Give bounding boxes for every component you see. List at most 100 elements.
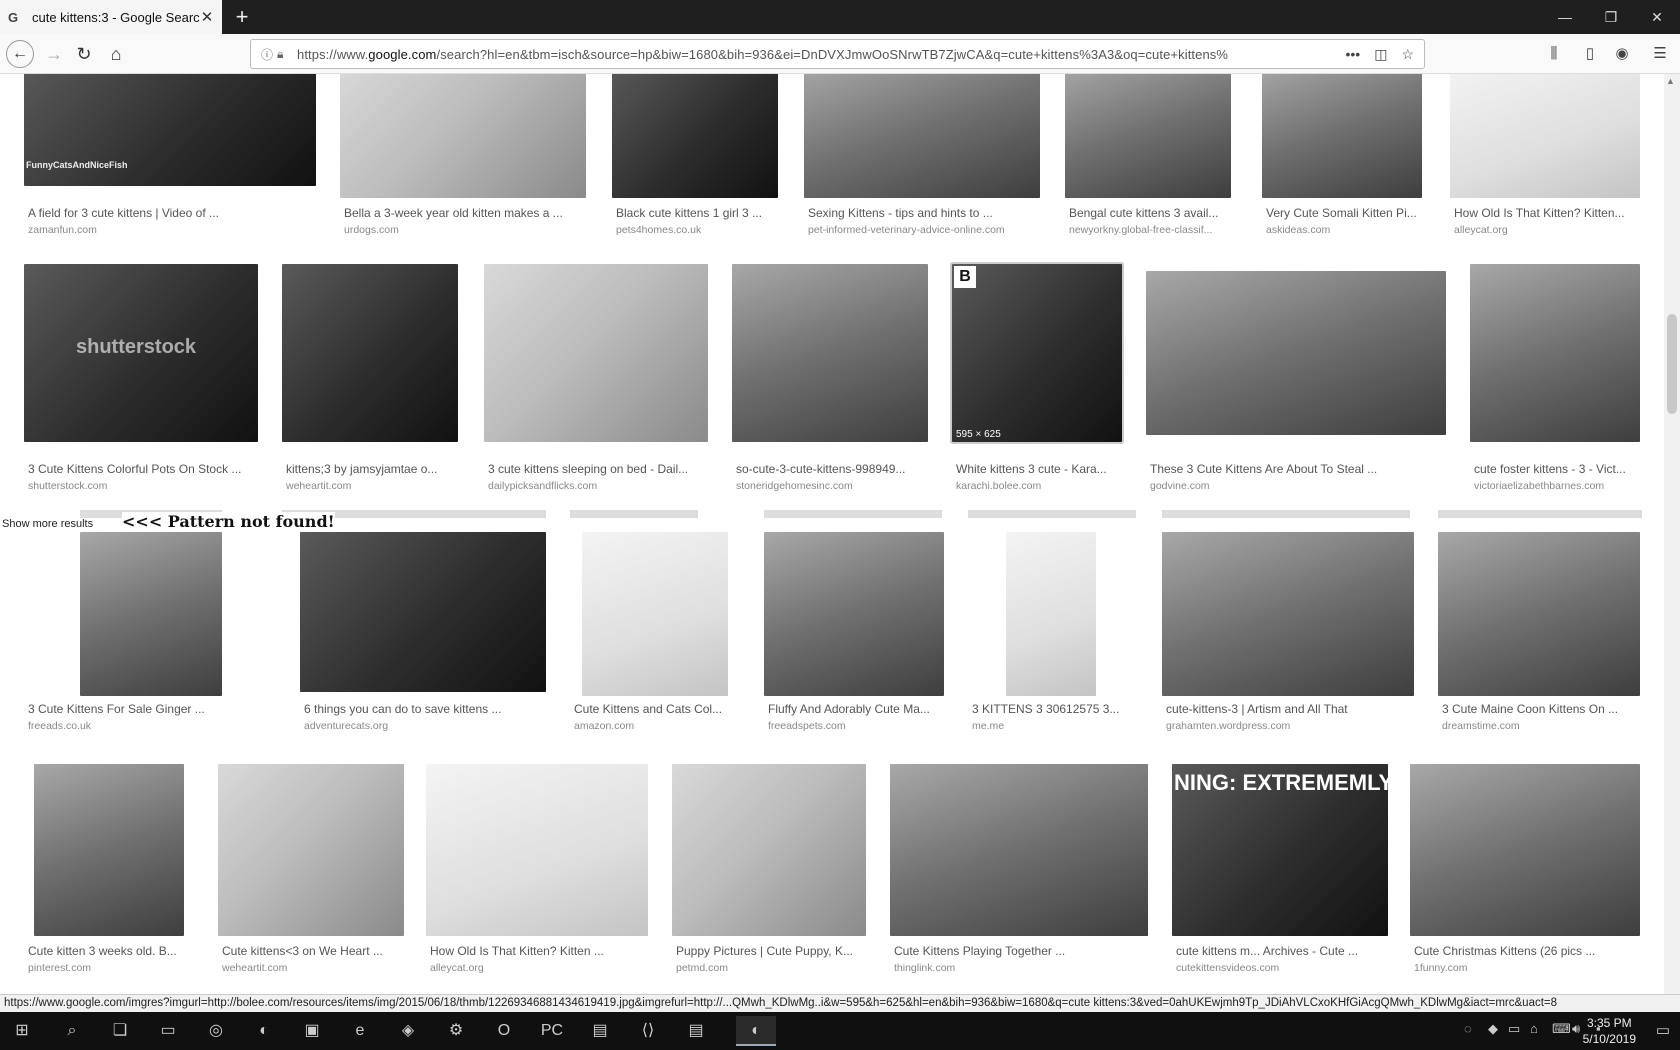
result-caption[interactable]: Cute Kittens Playing Together ... <box>894 944 1148 958</box>
image-result[interactable]: Sexing Kittens - tips and hints to ... p… <box>804 74 1040 242</box>
result-caption[interactable]: 3 Cute Maine Coon Kittens On ... <box>1442 702 1640 716</box>
result-source[interactable]: pet-informed-veterinary-advice-online.co… <box>808 224 1040 236</box>
image-result[interactable]: 3 Cute Kittens For Sale Ginger ... freea… <box>24 532 276 742</box>
image-result[interactable]: Puppy Pictures | Cute Puppy, K... petmd.… <box>672 764 866 984</box>
windows-start-icon[interactable]: ⊞ <box>2 1016 42 1046</box>
result-caption[interactable]: Bengal cute kittens 3 avail... <box>1069 206 1231 220</box>
back-button[interactable]: ← <box>6 40 34 68</box>
result-thumbnail[interactable] <box>1470 264 1640 442</box>
minimize-button[interactable]: — <box>1542 0 1588 34</box>
tray-dropbox-icon[interactable]: ◆ <box>1488 1021 1498 1037</box>
notifications-icon[interactable]: ▭ <box>1656 1021 1670 1039</box>
result-caption[interactable]: 3 Cute Kittens Colorful Pots On Stock ..… <box>28 462 258 476</box>
result-thumbnail[interactable] <box>1438 532 1640 696</box>
image-result[interactable]: 3 Cute Maine Coon Kittens On ... dreamst… <box>1438 532 1640 742</box>
pocket-icon[interactable]: ◫ <box>1374 46 1387 63</box>
search-icon[interactable]: ⌕ <box>52 1016 92 1046</box>
sidebar-icon[interactable]: ▯ <box>1580 44 1600 64</box>
result-thumbnail[interactable] <box>1006 532 1096 696</box>
result-thumbnail[interactable] <box>732 264 928 442</box>
result-source[interactable]: weheartit.com <box>286 480 458 492</box>
result-caption[interactable]: cute foster kittens - 3 - Vict... <box>1474 462 1640 476</box>
bookmark-star-icon[interactable]: ☆ <box>1401 46 1414 63</box>
save-disk-icon[interactable]: ▣ <box>292 1016 332 1046</box>
result-thumbnail[interactable] <box>1410 764 1640 936</box>
result-source[interactable]: cutekittensvideos.com <box>1176 962 1388 974</box>
result-caption[interactable]: Cute Kittens and Cats Col... <box>574 702 740 716</box>
result-thumbnail[interactable] <box>612 74 778 198</box>
system-clock[interactable]: 3:35 PM 5/10/2019 <box>1583 1015 1636 1047</box>
close-window-button[interactable]: ✕ <box>1634 0 1680 34</box>
network-icon[interactable]: ⌂ <box>1530 1021 1538 1036</box>
result-caption[interactable]: cute-kittens-3 | Artism and All That <box>1166 702 1414 716</box>
image-result[interactable]: kittens;3 by jamsyjamtae o... weheartit.… <box>282 264 458 492</box>
result-caption[interactable]: so-cute-3-cute-kittens-998949... <box>736 462 928 476</box>
image-result[interactable]: cute foster kittens - 3 - Vict... victor… <box>1470 264 1640 492</box>
image-result[interactable]: Cute kittens<3 on We Heart ... weheartit… <box>218 764 404 984</box>
edge-icon[interactable]: e <box>340 1016 380 1046</box>
app-icon[interactable]: ◈ <box>388 1016 428 1046</box>
new-tab-button[interactable]: + <box>230 4 254 30</box>
image-result[interactable]: cute-kittens-3 | Artism and All That gra… <box>1162 532 1414 742</box>
library-icon[interactable]: ⫼ <box>1544 44 1564 64</box>
result-caption[interactable]: Fluffy And Adorably Cute Ma... <box>768 702 944 716</box>
result-caption[interactable]: A field for 3 cute kittens | Video of ..… <box>28 206 316 220</box>
restore-button[interactable]: ❐ <box>1588 0 1634 34</box>
tab-google-search[interactable]: G cute kittens:3 - Google Search ✕ <box>0 0 222 34</box>
result-source[interactable]: pinterest.com <box>28 962 220 974</box>
result-caption[interactable]: 3 KITTENS 3 30612575 3... <box>972 702 1138 716</box>
result-source[interactable]: newyorkny.global-free-classif... <box>1069 224 1231 236</box>
result-source[interactable]: petmd.com <box>676 962 866 974</box>
vscode-icon[interactable]: ⟨⟩ <box>628 1016 668 1046</box>
result-caption[interactable]: Cute kittens<3 on We Heart ... <box>222 944 404 958</box>
result-caption[interactable]: kittens;3 by jamsyjamtae o... <box>286 462 458 476</box>
chrome-icon[interactable]: ◎ <box>196 1016 236 1046</box>
task-view-icon[interactable]: ❏ <box>100 1016 140 1046</box>
result-source[interactable]: karachi.bolee.com <box>956 480 1122 492</box>
result-source[interactable]: alleycat.org <box>1454 224 1640 236</box>
result-caption[interactable]: White kittens 3 cute - Kara... <box>956 462 1122 476</box>
page-actions-icon[interactable]: ••• <box>1345 46 1360 63</box>
result-thumbnail[interactable]: FunnyCatsAndNiceFish <box>24 74 316 186</box>
result-source[interactable]: victoriaelizabethbarnes.com <box>1474 480 1640 492</box>
image-result[interactable]: How Old Is That Kitten? Kitten... alleyc… <box>1450 74 1640 242</box>
image-result[interactable]: so-cute-3-cute-kittens-998949... stoneri… <box>732 264 928 492</box>
result-caption[interactable]: How Old Is That Kitten? Kitten... <box>1454 206 1640 220</box>
result-caption[interactable]: 6 things you can do to save kittens ... <box>304 702 546 716</box>
result-thumbnail[interactable] <box>1450 74 1640 198</box>
image-result[interactable]: Cute Christmas Kittens (26 pics ... 1fun… <box>1410 764 1640 984</box>
result-caption[interactable]: Black cute kittens 1 girl 3 ... <box>616 206 778 220</box>
info-icon[interactable]: ⓘ <box>261 46 277 63</box>
account-icon[interactable]: ◉ <box>1612 44 1632 64</box>
result-thumbnail[interactable] <box>672 764 866 936</box>
result-source[interactable]: zamanfun.com <box>28 224 316 236</box>
image-result[interactable]: Cute Kittens Playing Together ... thingl… <box>890 764 1148 984</box>
scroll-up-icon[interactable]: ▲ <box>1666 76 1675 86</box>
forward-button[interactable]: → <box>40 40 68 68</box>
image-result[interactable]: FunnyCatsAndNiceFish A field for 3 cute … <box>24 74 316 242</box>
show-more-results-button[interactable]: Show more results <box>2 518 94 530</box>
result-thumbnail[interactable] <box>1065 74 1231 198</box>
result-thumbnail[interactable] <box>804 74 1040 198</box>
result-thumbnail[interactable]: shutterstock <box>24 264 258 442</box>
result-source[interactable]: pets4homes.co.uk <box>616 224 778 236</box>
image-result[interactable]: These 3 Cute Kittens Are About To Steal … <box>1146 264 1446 492</box>
result-caption[interactable]: Very Cute Somali Kitten Pi... <box>1266 206 1422 220</box>
firefox-active-icon[interactable]: ◐ <box>736 1016 776 1046</box>
address-bar[interactable]: ⓘ 🔒︎ https://www.google.com/search?hl=en… <box>250 39 1425 69</box>
result-thumbnail[interactable] <box>340 74 586 198</box>
result-thumbnail[interactable] <box>282 264 458 442</box>
tray-app-icon[interactable]: ◌ <box>1464 1021 1472 1036</box>
vertical-scrollbar[interactable]: ▲ <box>1664 74 1680 994</box>
result-caption[interactable]: 3 Cute Kittens For Sale Ginger ... <box>28 702 276 716</box>
image-result[interactable]: Bengal cute kittens 3 avail... newyorkny… <box>1065 74 1231 242</box>
result-caption[interactable]: Cute Christmas Kittens (26 pics ... <box>1414 944 1640 958</box>
result-caption[interactable]: These 3 Cute Kittens Are About To Steal … <box>1150 462 1446 476</box>
image-result[interactable]: 3 KITTENS 3 30612575 3... me.me <box>968 532 1138 742</box>
menu-icon[interactable]: ☰ <box>1650 44 1670 64</box>
image-result[interactable]: 6 things you can do to save kittens ... … <box>300 532 546 742</box>
result-thumbnail[interactable] <box>582 532 728 696</box>
result-source[interactable]: 1funny.com <box>1414 962 1640 974</box>
result-source[interactable]: urdogs.com <box>344 224 586 236</box>
close-tab-icon[interactable]: ✕ <box>200 8 214 26</box>
